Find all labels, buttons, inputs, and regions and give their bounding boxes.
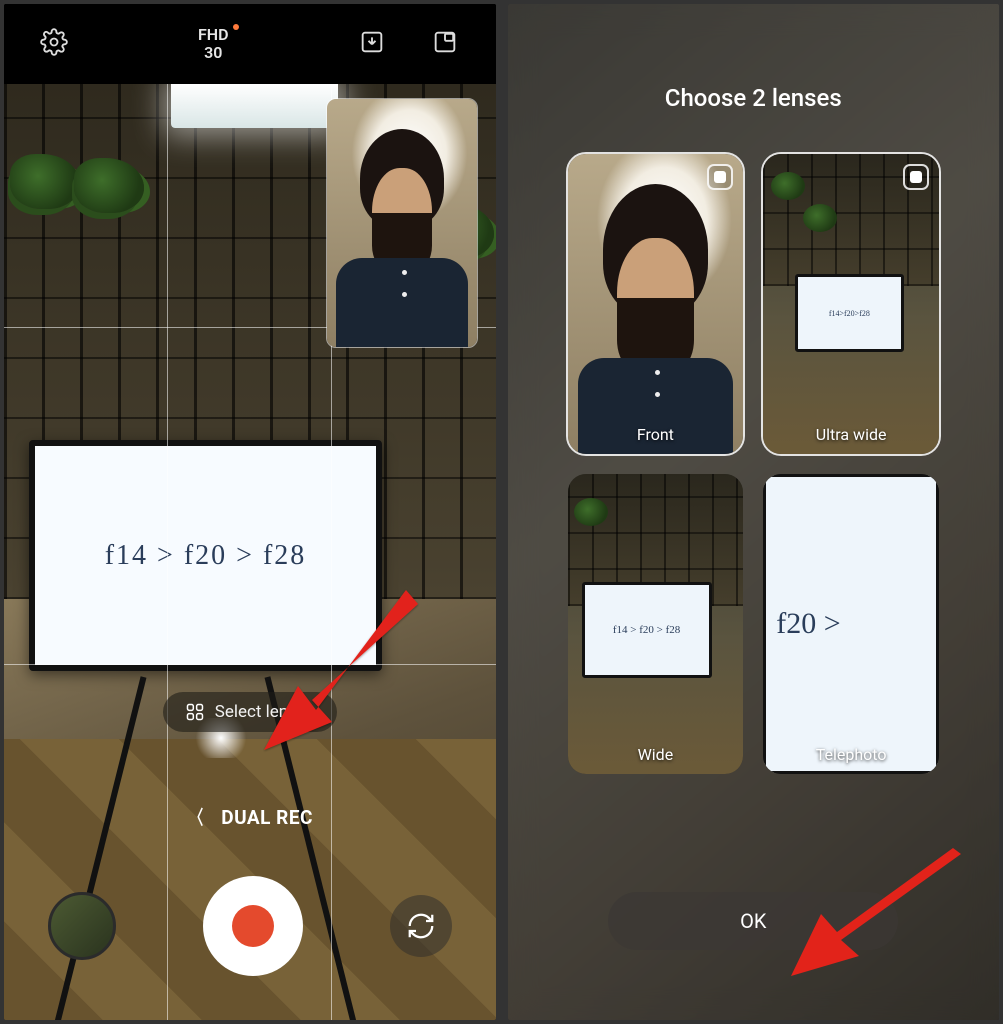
checkbox-icon (903, 164, 929, 190)
grid-line (4, 664, 496, 665)
camera-mode-selector[interactable]: 〈 DUAL REC (4, 803, 496, 830)
ok-button[interactable]: OK (608, 892, 898, 950)
checkbox-icon (707, 164, 733, 190)
recording-indicator-dot (233, 24, 239, 30)
choose-lenses-screen: Choose 2 lenses Front f14>f20>f28 (508, 4, 1000, 1020)
flip-camera-icon (406, 911, 436, 941)
camera-top-toolbar: FHD 30 (4, 4, 496, 84)
resolution-label: FHD (198, 26, 229, 44)
camera-viewfinder[interactable]: f14 > f20 > f28 Select lenses 〈 DUA (4, 84, 496, 1020)
lens-label: Wide (568, 745, 744, 764)
pip-layout-icon[interactable] (431, 28, 459, 60)
lens-option-front[interactable]: Front (568, 154, 744, 454)
switch-camera-button[interactable] (390, 895, 452, 957)
record-shutter-button[interactable] (203, 876, 303, 976)
camera-mode-label: DUAL REC (221, 806, 313, 829)
lens-label: Front (568, 425, 744, 444)
choose-lenses-title: Choose 2 lenses (508, 84, 1000, 112)
lens-option-telephoto[interactable]: f20 > Telephoto (763, 474, 939, 774)
record-icon (232, 905, 274, 947)
lens-option-wide[interactable]: f14 > f20 > f28 Wide (568, 474, 744, 774)
settings-icon[interactable] (40, 28, 68, 60)
lens-options-grid: Front f14>f20>f28 Ultra wide f14 > f20 >… (568, 154, 940, 774)
lens-option-ultrawide[interactable]: f14>f20>f28 Ultra wide (763, 154, 939, 454)
fps-label: 30 (198, 44, 229, 62)
front-camera-pip[interactable] (326, 98, 478, 348)
select-lenses-button[interactable]: Select lenses (163, 692, 337, 732)
grid-icon (185, 702, 205, 722)
lens-label: Telephoto (763, 745, 939, 764)
whiteboard-content: f14 > f20 > f28 (29, 440, 383, 672)
resolution-indicator[interactable]: FHD 30 (198, 26, 229, 61)
lens-preview-text: f20 > (776, 607, 840, 641)
ok-label: OK (740, 909, 766, 933)
select-lenses-label: Select lenses (215, 702, 315, 722)
lens-preview-text: f14 > f20 > f28 (613, 624, 680, 636)
camera-viewfinder-screen: FHD 30 f14 > f20 > f28 (4, 4, 496, 1020)
lens-label: Ultra wide (763, 425, 939, 444)
chevron-left-icon: 〈 (189, 803, 203, 830)
save-download-icon[interactable] (358, 28, 386, 60)
gallery-thumbnail[interactable] (48, 892, 116, 960)
whiteboard-text: f14 > f20 > f28 (105, 540, 307, 572)
